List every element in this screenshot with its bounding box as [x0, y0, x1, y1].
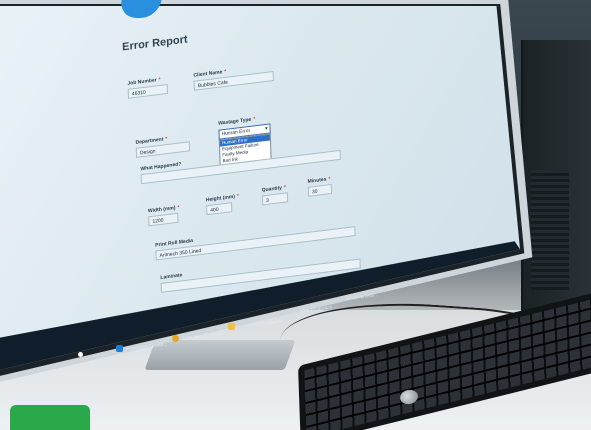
error-report-form: Error Report Job Number * 46310 Client Na… — [118, 3, 448, 331]
edge-icon[interactable] — [116, 345, 123, 352]
chevron-down-icon: ▾ — [264, 125, 268, 133]
width-field[interactable]: 1200 — [148, 212, 179, 227]
start-search-icon[interactable] — [78, 352, 83, 357]
job-number-field[interactable]: 46310 — [127, 83, 168, 99]
height-label: Height (mm) * — [205, 193, 240, 204]
folder-icon[interactable] — [228, 323, 235, 330]
minutes-field[interactable]: 30 — [307, 183, 333, 197]
quantity-field[interactable]: 3 — [261, 192, 289, 206]
photo-scene: Error Report Job Number * 46310 Client Na… — [0, 0, 591, 430]
green-object — [10, 405, 90, 430]
height-field[interactable]: 400 — [206, 202, 233, 216]
computer-tower — [521, 40, 591, 320]
chrome-icon[interactable] — [172, 335, 179, 342]
